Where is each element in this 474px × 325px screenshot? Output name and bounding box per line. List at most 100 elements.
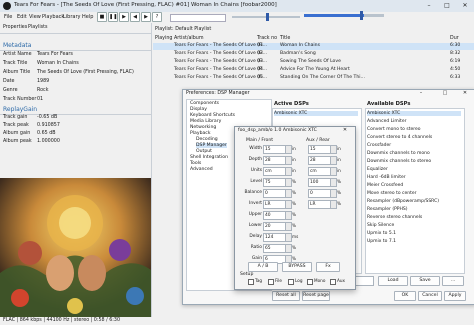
delay-input[interactable]: 124 xyxy=(263,233,286,242)
tree-item-display[interactable]: Display xyxy=(190,107,207,112)
available-dsp-item[interactable]: Resampler (PPHS) xyxy=(367,207,408,212)
stop-icon[interactable]: ■ xyxy=(97,12,107,22)
column-artist-album[interactable]: Artist/album xyxy=(174,36,204,41)
depth-rear-input[interactable]: 28 xyxy=(308,156,331,165)
spin-icon[interactable] xyxy=(285,167,292,176)
apply-button[interactable]: Apply xyxy=(444,291,466,301)
pause-icon[interactable]: ❚❚ xyxy=(108,12,118,22)
ab-button[interactable]: A / B xyxy=(248,262,278,272)
spin-icon[interactable] xyxy=(285,244,292,253)
random-icon[interactable]: ? xyxy=(152,12,162,22)
more-button[interactable]: … xyxy=(442,276,464,286)
spin-icon[interactable] xyxy=(285,178,292,187)
next-icon[interactable]: ▶ xyxy=(141,12,151,22)
available-dsp-item[interactable]: Advanced Limiter xyxy=(367,119,406,124)
spin-icon[interactable] xyxy=(330,178,337,187)
tree-item-output[interactable]: Output xyxy=(196,149,212,154)
tree-item-networking[interactable]: Networking xyxy=(190,125,216,130)
close-icon[interactable]: ✕ xyxy=(456,89,474,98)
width-front-input[interactable]: 15 xyxy=(263,145,286,154)
tree-item-media-library[interactable]: Media Library xyxy=(190,119,221,124)
spin-icon[interactable] xyxy=(285,222,292,231)
available-dsp-item[interactable]: Hard -6dB limiter xyxy=(367,175,406,180)
width-rear-input[interactable]: 15 xyxy=(308,145,331,154)
active-dsp-item[interactable]: Ambisonic XTC xyxy=(274,111,358,116)
menu-help[interactable]: Help xyxy=(82,14,93,20)
menu-edit[interactable]: Edit xyxy=(17,14,27,20)
save-button[interactable]: Save xyxy=(410,276,440,286)
column-track-no[interactable]: Track no xyxy=(257,36,277,41)
available-dsp-item[interactable]: Reverse stereo channels xyxy=(367,215,422,220)
playlist-row[interactable]: Tears For Fears - The Seeds Of Love (Fi.… xyxy=(153,51,474,58)
log-checkbox[interactable] xyxy=(288,279,294,285)
reset-all-button[interactable]: Reset all xyxy=(272,291,300,301)
units-front-input[interactable]: cm xyxy=(263,167,286,176)
available-dsp-item[interactable]: Convert stereo to 4 channels xyxy=(367,135,432,140)
tree-item-playback[interactable]: Playback xyxy=(190,131,211,136)
available-dsp-item[interactable]: Downmix channels to mono xyxy=(367,151,430,156)
playlist-row[interactable]: Tears For Fears - The Seeds Of Love (Fi.… xyxy=(153,59,474,66)
depth-front-input[interactable]: 28 xyxy=(263,156,286,165)
spin-icon[interactable] xyxy=(285,145,292,154)
tree-item-keyboard[interactable]: Keyboard Shortcuts xyxy=(190,113,235,118)
load-button[interactable]: Load xyxy=(378,276,408,286)
spin-icon[interactable] xyxy=(330,167,337,176)
menu-playback[interactable]: Playback xyxy=(42,14,64,20)
ratio-input[interactable]: 65 xyxy=(263,244,286,253)
previous-icon[interactable]: ◀ xyxy=(130,12,140,22)
playlist-row[interactable]: Tears For Fears - The Seeds Of Love (Fi.… xyxy=(153,67,474,74)
maximize-icon[interactable]: □ xyxy=(436,89,454,98)
seek-knob[interactable] xyxy=(266,13,269,21)
bypass-button[interactable]: BYPASS xyxy=(282,262,312,272)
spin-icon[interactable] xyxy=(330,200,337,209)
available-dsp-item[interactable]: Meier Crossfeed xyxy=(367,183,403,188)
available-dsp-item[interactable]: Downmix channels to stereo xyxy=(367,159,431,164)
spin-icon[interactable] xyxy=(330,156,337,165)
available-dsp-item[interactable]: Equalizer xyxy=(367,167,388,172)
column-duration[interactable]: Dur xyxy=(450,36,459,41)
minimize-icon[interactable]: – xyxy=(420,0,438,12)
spin-icon[interactable] xyxy=(285,200,292,209)
cancel-button[interactable]: Cancel xyxy=(418,291,442,301)
level-rear-input[interactable]: 100 xyxy=(308,178,331,187)
tag-checkbox[interactable] xyxy=(248,279,254,285)
spin-icon[interactable] xyxy=(330,189,337,198)
playback-order-dropdown[interactable] xyxy=(170,14,226,22)
column-title[interactable]: Title xyxy=(280,36,290,41)
maximize-icon[interactable]: □ xyxy=(438,0,456,12)
level-front-input[interactable]: 75 xyxy=(263,178,286,187)
tree-item-tools[interactable]: Tools xyxy=(190,161,201,166)
splitter[interactable] xyxy=(151,23,152,317)
available-dsp-item[interactable]: Ambisonic XTC xyxy=(367,111,461,116)
column-playing[interactable]: Playing xyxy=(155,36,172,41)
fx-button[interactable]: Fx xyxy=(316,262,340,272)
available-dsp-item[interactable]: Crossfader xyxy=(367,143,391,148)
available-dsp-item[interactable]: Upmix to 7.1 xyxy=(367,239,396,244)
invert-front-input[interactable]: LR xyxy=(263,200,286,209)
available-dsp-item[interactable]: Skip Silence xyxy=(367,223,394,228)
playlist-row[interactable]: Tears For Fears - The Seeds Of Love (Fi.… xyxy=(153,43,474,50)
available-dsp-item[interactable]: Move stereo to center xyxy=(367,191,417,196)
tree-item-shell-integration[interactable]: Shell Integration xyxy=(190,155,228,160)
file-checkbox[interactable] xyxy=(268,279,274,285)
reset-page-button[interactable]: Reset page xyxy=(302,291,330,301)
spin-icon[interactable] xyxy=(330,145,337,154)
tree-item-dsp-manager[interactable]: DSP Manager xyxy=(196,143,227,148)
tab-properties[interactable]: Properties xyxy=(3,25,27,30)
mono-checkbox[interactable] xyxy=(307,279,313,285)
spin-icon[interactable] xyxy=(285,233,292,242)
menu-library[interactable]: Library xyxy=(63,14,80,20)
tree-item-decoding[interactable]: Decoding xyxy=(196,137,218,142)
available-dsp-item[interactable]: Upmix to 5.1 xyxy=(367,231,396,236)
tree-item-advanced[interactable]: Advanced xyxy=(190,167,213,172)
aux-checkbox[interactable] xyxy=(330,279,336,285)
volume-knob[interactable] xyxy=(360,11,363,20)
minimize-icon[interactable]: – xyxy=(412,89,430,98)
available-dsp-item[interactable]: Resampler (dBpoweramp/SSRC) xyxy=(367,199,439,204)
lower-input[interactable]: 20 xyxy=(263,222,286,231)
ok-button[interactable]: OK xyxy=(394,291,416,301)
spin-icon[interactable] xyxy=(285,156,292,165)
menu-file[interactable]: File xyxy=(4,14,12,20)
tab-playlists[interactable]: Playlists xyxy=(28,25,48,30)
units-rear-input[interactable]: cm xyxy=(308,167,331,176)
